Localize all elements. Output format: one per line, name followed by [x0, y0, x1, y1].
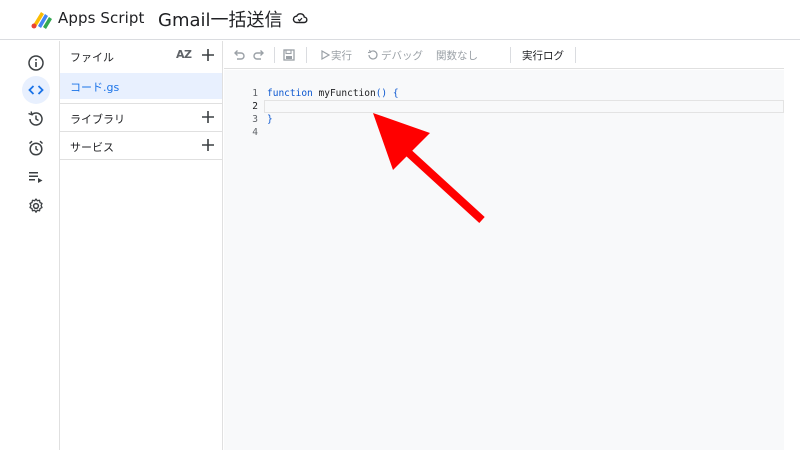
- divider: [60, 159, 223, 160]
- run-button[interactable]: 実行: [331, 48, 352, 63]
- left-navigation-rail: [0, 41, 60, 450]
- divider: [60, 103, 223, 104]
- files-panel: ファイル AZ コード.gs ライブラリ サービス: [60, 41, 223, 450]
- code-close-brace: }: [267, 114, 273, 125]
- function-select[interactable]: 関数なし: [436, 48, 478, 63]
- undo-icon[interactable]: [232, 48, 246, 62]
- code-editor[interactable]: 1 2 3 4 function myFunction() { }: [224, 70, 784, 450]
- current-line-highlight: [264, 100, 784, 113]
- playlist-icon: [29, 172, 43, 183]
- apps-script-logo-icon[interactable]: [30, 8, 54, 30]
- editor-toolbar: 実行 デバッグ 関数なし 実行ログ: [224, 41, 784, 69]
- services-section-label: サービス: [70, 141, 114, 154]
- rail-triggers-button[interactable]: [22, 134, 50, 162]
- code-icon: [28, 85, 44, 95]
- cloud-saved-icon[interactable]: [292, 10, 308, 26]
- rail-editor-button[interactable]: [22, 76, 50, 104]
- code-line-1[interactable]: function myFunction() {: [267, 88, 399, 99]
- redo-icon[interactable]: [252, 48, 266, 62]
- line-number: 2: [252, 101, 258, 112]
- run-play-icon: [321, 49, 331, 61]
- divider: [60, 131, 223, 132]
- add-library-icon[interactable]: [201, 110, 215, 124]
- files-section-label: ファイル: [70, 51, 114, 64]
- execution-log-button[interactable]: 実行ログ: [522, 48, 564, 63]
- sort-az-icon[interactable]: AZ: [176, 48, 192, 61]
- rail-overview-button[interactable]: [22, 49, 50, 77]
- file-name: コード.gs: [70, 81, 120, 94]
- project-title[interactable]: Gmail一括送信: [158, 6, 283, 32]
- debug-icon: [367, 49, 378, 60]
- app-name[interactable]: Apps Script: [58, 9, 145, 27]
- file-item-code-gs[interactable]: コード.gs: [60, 73, 222, 99]
- history-icon: [28, 111, 43, 126]
- code-parens: (): [375, 88, 388, 99]
- add-service-icon[interactable]: [201, 138, 215, 152]
- code-line-3[interactable]: }: [267, 114, 273, 125]
- info-icon: [28, 55, 44, 71]
- toolbar-separator: [274, 47, 275, 63]
- code-function-name: myFunction: [318, 88, 376, 99]
- code-keyword: function: [267, 88, 313, 99]
- debug-button[interactable]: デバッグ: [381, 48, 423, 63]
- line-number: 4: [252, 127, 258, 138]
- files-header: ファイル AZ: [60, 41, 223, 69]
- rail-executions-button[interactable]: [22, 163, 50, 191]
- red-annotation-arrow: [373, 113, 485, 223]
- toolbar-separator: [510, 47, 511, 63]
- line-number: 1: [252, 88, 258, 99]
- toolbar-separator: [575, 47, 576, 63]
- gear-icon: [29, 198, 43, 213]
- right-edge: [784, 41, 800, 450]
- rail-versions-button[interactable]: [22, 105, 50, 133]
- rail-settings-button[interactable]: [22, 192, 50, 220]
- libraries-section-label: ライブラリ: [70, 113, 125, 126]
- code-open-brace: {: [392, 88, 399, 99]
- save-icon[interactable]: [282, 48, 296, 62]
- toolbar-separator: [306, 47, 307, 63]
- line-number: 3: [252, 114, 258, 125]
- add-file-icon[interactable]: [201, 48, 215, 62]
- alarm-icon: [28, 140, 44, 156]
- top-bar: Apps Script Gmail一括送信: [0, 0, 800, 40]
